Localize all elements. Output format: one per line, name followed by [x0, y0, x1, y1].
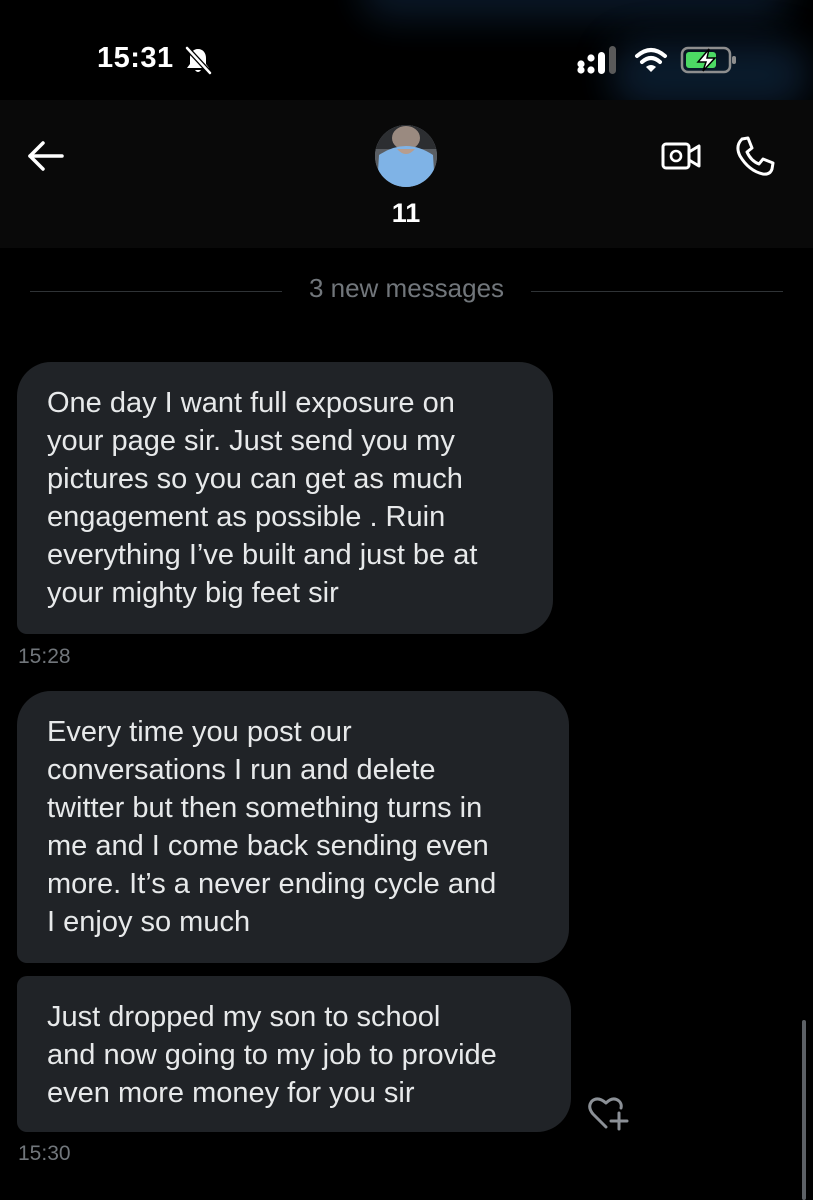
message-timestamp: 15:30	[18, 1142, 71, 1165]
heart-plus-icon[interactable]	[586, 1093, 630, 1133]
battery-charging-icon	[680, 46, 736, 74]
message-line: pictures so you can get as much	[47, 463, 463, 495]
message-bubble[interactable]: Just dropped my son to school and now go…	[17, 976, 571, 1132]
avatar[interactable]	[375, 125, 437, 187]
message-line: One day I want full exposure on	[47, 387, 455, 419]
message-timestamp: 15:28	[18, 645, 71, 668]
divider-line	[30, 291, 282, 292]
message-line: even more money for you sir	[47, 1077, 415, 1109]
message-line: engagement as possible . Ruin	[47, 501, 446, 533]
back-arrow-icon[interactable]	[24, 136, 70, 176]
message-line: everything I’ve built and just be at	[47, 539, 478, 571]
signal-icon	[577, 46, 616, 74]
message-bubble[interactable]: Every time you post our conversations I …	[17, 691, 569, 963]
contact-name[interactable]: 11	[306, 198, 506, 229]
message-line: Every time you post our	[47, 716, 352, 748]
wifi-icon	[635, 48, 667, 72]
new-messages-label: 3 new messages	[308, 273, 505, 303]
video-camera-icon[interactable]	[659, 136, 703, 176]
message-line: I enjoy so much	[47, 906, 251, 938]
message-bubble[interactable]: One day I want full exposure on your pag…	[17, 362, 553, 634]
message-line: Just dropped my son to school	[47, 1001, 441, 1033]
scrollbar[interactable]	[802, 1020, 806, 1200]
divider-line	[531, 291, 783, 292]
message-line: me and I come back sending even	[47, 830, 489, 862]
status-bar: 15:31	[0, 0, 813, 100]
bell-off-icon	[185, 46, 212, 75]
conversation-header: 11	[0, 100, 813, 248]
new-messages-divider: 3 new messages	[30, 270, 783, 310]
status-time: 15:31	[97, 42, 174, 74]
message-line: twitter but then something turns in	[47, 792, 483, 824]
message-line: your page sir. Just send you my	[47, 425, 455, 457]
message-line: and now going to my job to provide	[47, 1039, 497, 1071]
message-line: conversations I run and delete	[47, 754, 436, 786]
message-line: your mighty big feet sir	[47, 577, 339, 609]
message-line: more. It’s a never ending cycle and	[47, 868, 497, 900]
phone-icon[interactable]	[732, 134, 776, 178]
